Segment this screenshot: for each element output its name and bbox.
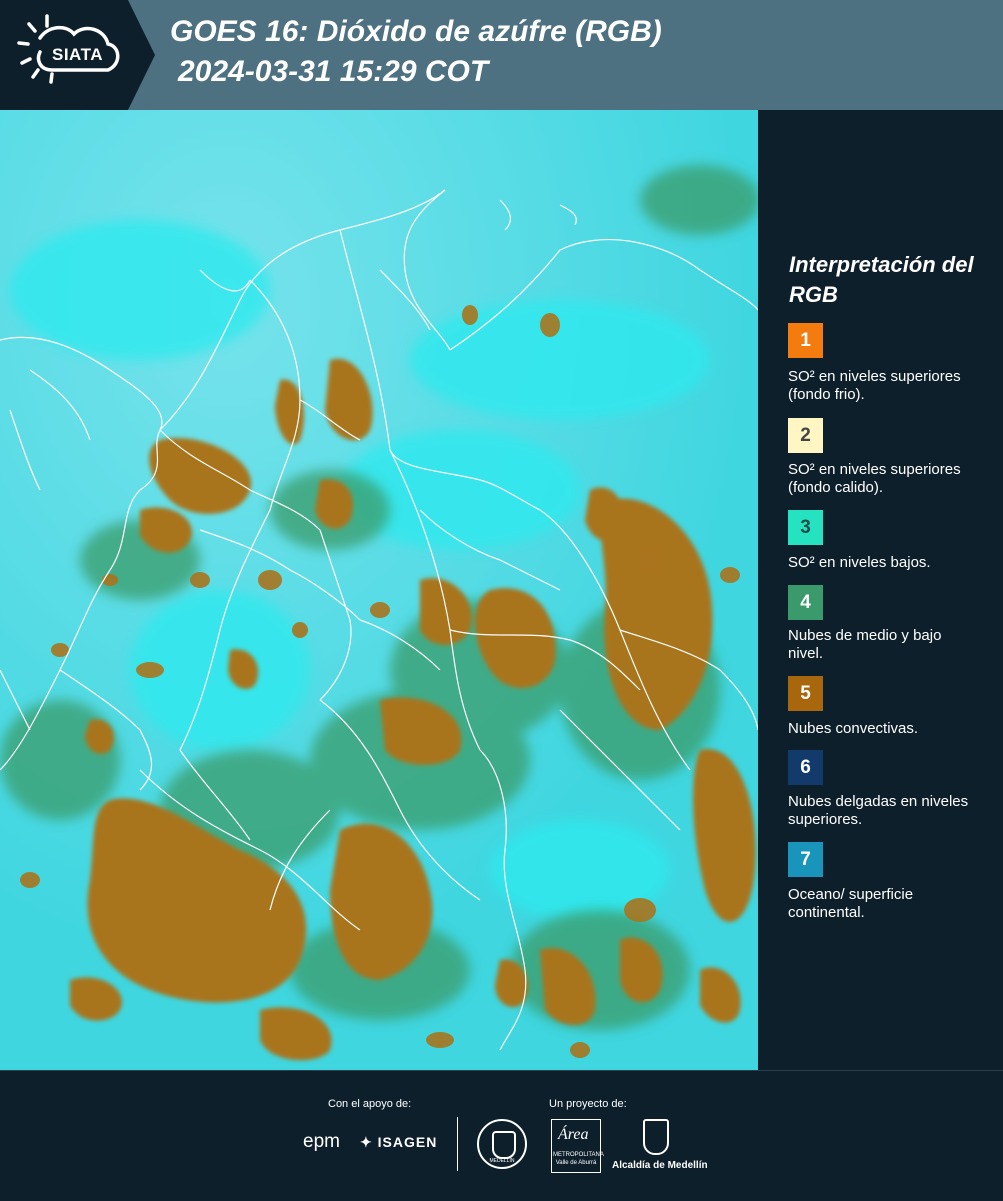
legend-number: 5 — [800, 682, 811, 704]
legend-number: 1 — [800, 329, 811, 351]
legend-label-2: SO² en niveles superiores (fondo calido)… — [788, 461, 961, 496]
legend-number: 2 — [800, 424, 811, 446]
isagen-logo: ✦ ISAGEN — [360, 1134, 437, 1151]
image-datetime: 2024-03-31 15:29 COT — [178, 55, 489, 88]
legend-title: Interpretación del RGB — [789, 252, 974, 307]
legend-swatch-4: 4 — [788, 585, 823, 620]
legend-label-1: SO² en niveles superiores (fondo frio). — [788, 368, 961, 403]
legend-number: 6 — [800, 756, 811, 778]
isagen-icon: ✦ — [360, 1134, 373, 1150]
logo-text: SIATA — [52, 45, 103, 64]
legend-number: 3 — [800, 516, 811, 538]
legend-swatch-3: 3 — [788, 510, 823, 545]
isagen-logo-text: ISAGEN — [377, 1134, 438, 1150]
seal-text: MEDELLÍN — [489, 1158, 515, 1164]
support-label: Con el apoyo de: — [328, 1098, 412, 1110]
legend-swatch-1: 1 — [788, 323, 823, 358]
alcaldia-shield-icon — [643, 1119, 669, 1155]
legend-swatch-6: 6 — [788, 750, 823, 785]
legend-label-5: Nubes convectivas. — [788, 720, 919, 737]
legend-swatch-2: 2 — [788, 418, 823, 453]
epm-logo: epm — [303, 1131, 340, 1153]
footer: Con el apoyo de: Un proyecto de: epm ✦ I… — [0, 1070, 1003, 1201]
alcaldia-label: Alcaldía de Medellín — [612, 1160, 708, 1171]
footer-divider — [457, 1117, 458, 1171]
legend-number: 7 — [800, 848, 811, 870]
page-title: GOES 16: Dióxido de azúfre (RGB) — [170, 15, 662, 48]
project-label: Un proyecto de: — [549, 1098, 627, 1110]
satellite-map[interactable] — [0, 110, 758, 1070]
legend-label-3: SO² en niveles bajos. — [788, 554, 931, 571]
legend-number: 4 — [800, 591, 811, 613]
area-logo-sub2: Valle de Aburrá — [555, 1160, 597, 1166]
epm-logo-text: epm — [303, 1131, 340, 1152]
legend-label-7: Oceano/ superficie continental. — [788, 886, 914, 921]
siata-logo: SIATA — [0, 0, 155, 110]
legend-label-6: Nubes delgadas en niveles superiores. — [788, 793, 969, 828]
legend-label-4: Nubes de medio y bajo nivel. — [788, 627, 942, 662]
area-metropolitana-logo: Área METROPOLITANA Valle de Aburrá — [551, 1119, 604, 1173]
rgb-legend: Interpretación del RGB 1 SO² en niveles … — [758, 110, 1003, 1070]
legend-swatch-7: 7 — [788, 842, 823, 877]
medellin-seal: MEDELLÍN — [477, 1119, 527, 1169]
area-logo-text: Área — [558, 1126, 589, 1143]
area-logo-sub: METROPOLITANA — [553, 1152, 604, 1158]
legend-swatch-5: 5 — [788, 676, 823, 711]
header-bar: SIATA GOES 16: Dióxido de azúfre (RGB) 2… — [0, 0, 1003, 110]
